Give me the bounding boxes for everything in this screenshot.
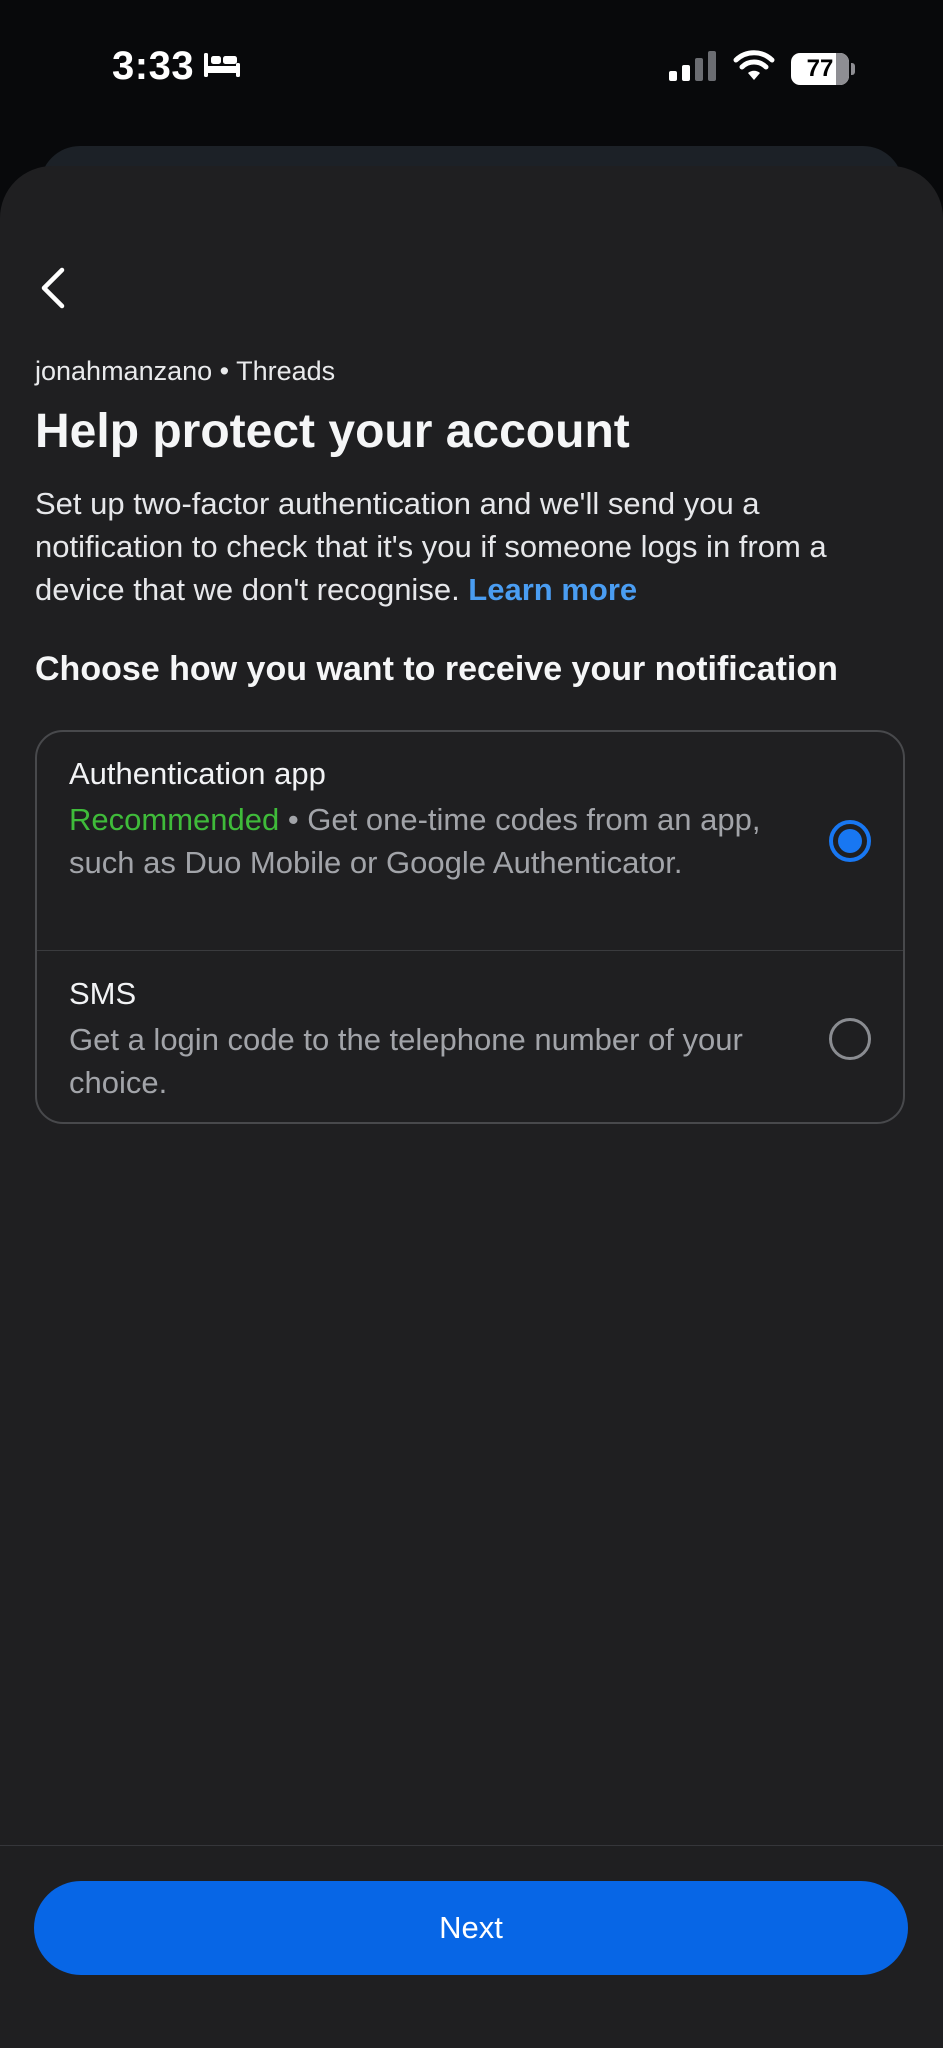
battery-icon: 77 (791, 52, 855, 85)
next-button[interactable]: Next (34, 1881, 908, 1975)
bed-icon (202, 49, 242, 84)
wifi-icon (733, 50, 775, 87)
clock-time: 3:33 (112, 44, 195, 88)
radio-sms[interactable] (829, 1018, 871, 1060)
radio-selected-dot (838, 829, 862, 853)
description-text: Set up two-factor authentication and we'… (35, 482, 910, 611)
page-title: Help protect your account (35, 405, 630, 458)
cellular-signal-icon (669, 51, 717, 86)
status-icons: 77 (669, 50, 855, 87)
section-heading: Choose how you want to receive your noti… (35, 650, 838, 688)
learn-more-link[interactable]: Learn more (468, 572, 637, 607)
chevron-left-icon (41, 267, 65, 309)
option-description: Get a login code to the telephone number… (69, 1022, 743, 1100)
radio-authentication-app[interactable] (829, 820, 871, 862)
option-description: Recommended • Get one-time codes from an… (69, 798, 769, 884)
option-title: Authentication app (69, 756, 326, 791)
time-area: 3:33 (112, 44, 242, 89)
recommended-badge: Recommended (69, 802, 280, 837)
option-title: SMS (69, 976, 137, 1011)
options-card: Authentication app Recommended • Get one… (35, 730, 905, 1124)
description-body: Set up two-factor authentication and we'… (35, 486, 827, 607)
battery-level: 77 (806, 54, 834, 82)
status-bar: 3:33 77 (0, 0, 943, 140)
footer-divider (0, 1845, 943, 1846)
account-subtitle: jonahmanzano • Threads (35, 356, 336, 386)
back-button[interactable] (30, 262, 76, 314)
